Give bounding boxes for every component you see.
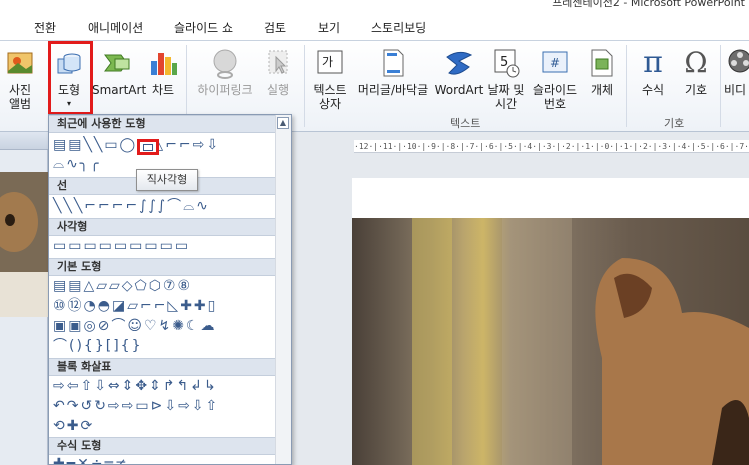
smartart-icon: [101, 47, 133, 79]
block-arrows-row-1[interactable]: ⇨⇦⇧⇩⇔⇕✥⇕↱↰↲↳: [53, 377, 218, 395]
tab-slideshow[interactable]: 슬라이드 쇼: [174, 19, 233, 36]
photo-album-label-1: 사진: [8, 83, 32, 97]
photo-album-button[interactable]: 사진 앨범: [0, 47, 40, 111]
wordart-label: WordArt: [434, 83, 484, 97]
group-separator: [304, 45, 305, 127]
window-title: 프레젠테이션2 - Microsoft PowerPoint: [552, 0, 745, 9]
section-equation-shapes: 수식 도형: [49, 437, 291, 455]
rectangle-tooltip: 직사각형: [136, 169, 198, 191]
slide-number-button[interactable]: # 슬라이드 번호: [528, 47, 582, 111]
slide-number-label-2: 번호: [543, 97, 567, 111]
title-bar: 프레젠테이션2 - Microsoft PowerPoint: [0, 0, 749, 10]
pane-tabs-strip[interactable]: [0, 132, 48, 150]
slide-thumbnails-pane: [0, 132, 48, 465]
group-separator: [720, 45, 721, 127]
basic-shapes-row-4[interactable]: ⌒(){}[]{}: [53, 337, 142, 355]
lines-row[interactable]: ╲╲╲⌐⌐⌐⌐∫∫∫⌒⌓∿: [53, 197, 210, 215]
symbol-label: 기호: [684, 83, 708, 97]
tab-storyboarding[interactable]: 스토리보딩: [371, 19, 426, 36]
hyperlink-label: 하이퍼링크: [197, 83, 253, 97]
globe-link-icon: [209, 47, 241, 79]
photo-album-label-2: 앨범: [8, 97, 32, 111]
scroll-up-icon[interactable]: ▲: [277, 117, 289, 129]
slide-canvas[interactable]: [352, 178, 749, 465]
equation-label: 수식: [641, 83, 665, 97]
recent-shapes-row-2[interactable]: ⌓∿╮╭: [53, 155, 101, 173]
basic-shapes-row-2[interactable]: ⑩⑫◔◓◪▱⌐⌐◺✚✚▯: [53, 297, 217, 315]
chart-icon: [147, 47, 179, 79]
textbox-label-2: 상자: [318, 97, 342, 111]
video-label: 비디: [724, 83, 747, 97]
photo-album-icon: [4, 47, 36, 79]
tab-transitions[interactable]: 전환: [34, 19, 56, 36]
symbol-button[interactable]: Ω 기호: [676, 46, 716, 98]
pi-icon: π: [643, 45, 663, 80]
svg-text:5: 5: [500, 55, 508, 70]
tab-animations[interactable]: 애니메이션: [88, 19, 143, 36]
header-footer-icon: [377, 47, 409, 79]
action-button[interactable]: 실행: [260, 47, 296, 97]
svg-text:가: 가: [322, 55, 333, 69]
film-reel-icon: [726, 47, 749, 79]
section-recent-shapes: 최근에 사용한 도형: [49, 115, 291, 133]
block-arrows-row-2[interactable]: ↶↷↺↻⇨⇨▭⊳⇩⇨⇩⇧: [53, 397, 219, 415]
group-label-symbols: 기호: [664, 117, 685, 130]
group-separator: [626, 45, 627, 127]
slide-photo[interactable]: [352, 218, 749, 465]
rectangle-icon: [143, 144, 153, 151]
shapes-highlight: [48, 41, 93, 115]
horizontal-ruler: ·12·|·11·|·10·|·9·|·8·|·7·|·6·|·5·|·4·|·…: [354, 140, 749, 153]
basic-shapes-row-3[interactable]: ▣▣◎⊘⌒☺♡↯✺☾☁: [53, 317, 217, 335]
calendar-clock-icon: 5: [490, 47, 522, 79]
smartart-button[interactable]: SmartArt: [92, 47, 147, 97]
rectangle-shape-button[interactable]: [137, 139, 159, 155]
datetime-label-1: 날짜 및: [487, 83, 525, 97]
datetime-button[interactable]: 5 날짜 및 시간: [484, 47, 528, 111]
equation-button[interactable]: π 수식: [632, 45, 674, 98]
object-icon: [586, 47, 618, 79]
object-button[interactable]: 개체: [584, 47, 620, 97]
section-rectangles: 사각형: [49, 218, 291, 236]
ribbon-tabs: 전환 애니메이션 슬라이드 쇼 검토 보기 스토리보딩: [0, 10, 749, 40]
textbox-button[interactable]: 가 텍스트 상자: [308, 47, 352, 111]
group-label-text: 텍스트: [450, 117, 481, 130]
smartart-label: SmartArt: [92, 83, 147, 97]
basic-shapes-row-1[interactable]: ▤▤△▱▱◇⬠⬡⑦⑧: [53, 277, 192, 295]
datetime-label-2: 시간: [494, 97, 518, 111]
tab-view[interactable]: 보기: [318, 19, 340, 36]
tab-review[interactable]: 검토: [264, 19, 286, 36]
hyperlink-button[interactable]: 하이퍼링크: [194, 47, 256, 97]
gallery-scrollbar[interactable]: ▲: [275, 115, 291, 464]
slide-number-icon: #: [539, 47, 571, 79]
section-block-arrows: 블록 화살표: [49, 358, 291, 376]
action-icon: [262, 47, 294, 79]
object-label: 개체: [590, 83, 614, 97]
wordart-button[interactable]: WordArt: [434, 47, 484, 97]
video-button[interactable]: 비디: [724, 47, 749, 97]
chart-button[interactable]: 차트: [146, 47, 180, 97]
equation-shapes-row[interactable]: ✚━✕÷═≠: [53, 455, 129, 464]
omega-icon: Ω: [684, 46, 708, 79]
textbox-icon: 가: [314, 47, 346, 79]
chart-label: 차트: [151, 83, 175, 97]
rectangles-row[interactable]: ▭▭▭▭▭▭▭▭▭: [53, 237, 190, 255]
slide-number-label-1: 슬라이드: [532, 83, 578, 97]
block-arrows-row-3[interactable]: ⟲✚⟳: [53, 417, 94, 435]
shapes-gallery-dropdown: 최근에 사용한 도형 ▤▤╲╲▭◯▭△⌐⌐⇨⇩ ⌓∿╮╭ 선 ╲╲╲⌐⌐⌐⌐∫∫…: [48, 114, 292, 465]
svg-text:#: #: [550, 56, 560, 70]
header-footer-label: 머리글/바닥글: [357, 83, 429, 97]
wordart-icon: [443, 47, 475, 79]
slide-thumbnail[interactable]: [0, 172, 48, 317]
section-basic-shapes: 기본 도형: [49, 258, 291, 276]
header-footer-button[interactable]: 머리글/바닥글: [352, 47, 434, 97]
textbox-label-1: 텍스트: [313, 83, 347, 97]
action-label: 실행: [266, 83, 290, 97]
